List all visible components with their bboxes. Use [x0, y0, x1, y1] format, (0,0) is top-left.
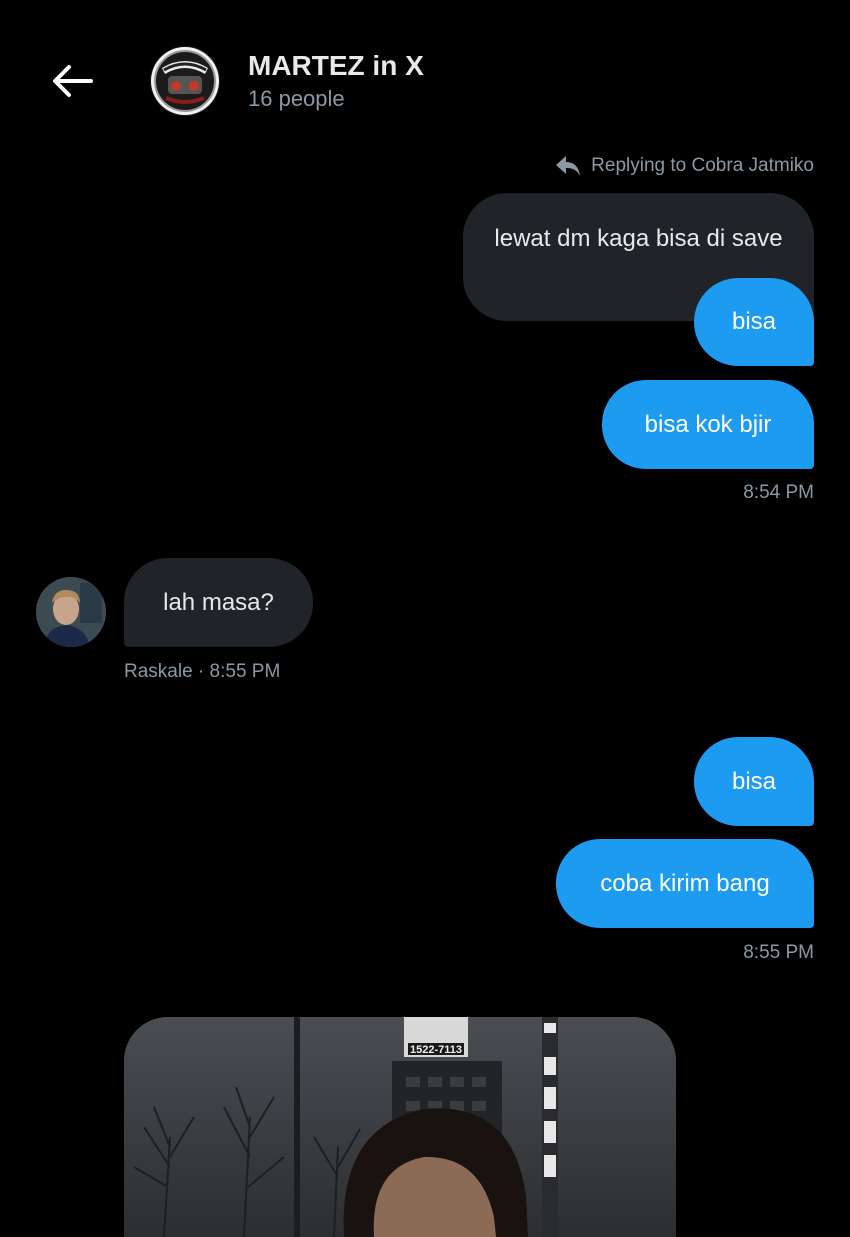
message-timestamp: 8:55 PM — [743, 942, 814, 963]
sender-avatar[interactable] — [36, 577, 106, 647]
message-bubble-sent[interactable]: coba kirim bang — [556, 839, 814, 928]
sender-name-timestamp: Raskale · 8:55 PM — [124, 661, 281, 682]
message-bubble-received[interactable]: lah masa? — [124, 558, 313, 647]
photo-sign-text: 1522-7113 — [410, 1044, 462, 1056]
reply-arrow-icon — [556, 156, 581, 176]
message-text: coba kirim bang — [600, 869, 770, 897]
reply-context[interactable]: Replying to Cobra Jatmiko — [555, 154, 814, 178]
group-avatar[interactable] — [150, 46, 220, 116]
message-timestamp: 8:54 PM — [743, 482, 814, 503]
back-button[interactable] — [44, 56, 100, 106]
reply-context-text: Replying to Cobra Jatmiko — [591, 155, 814, 176]
message-bubble-sent[interactable]: bisa — [694, 278, 814, 366]
conversation-title[interactable]: MARTEZ in X — [248, 50, 424, 82]
message-bubble-sent[interactable]: bisa kok bjir — [602, 380, 814, 469]
user-photo-icon — [36, 577, 106, 647]
participant-count[interactable]: 16 people — [248, 86, 345, 112]
message-text: lah masa? — [163, 588, 274, 616]
message-text: bisa kok bjir — [644, 410, 772, 438]
message-text: lewat dm kaga bisa di save — [494, 225, 783, 252]
arrow-left-icon — [53, 65, 93, 97]
message-bubble-sent[interactable]: bisa — [694, 737, 814, 826]
message-text: bisa — [731, 308, 777, 335]
message-text: bisa — [731, 767, 777, 795]
group-logo-icon — [151, 47, 219, 115]
photo-attachment[interactable]: 1522-7113 — [124, 1017, 676, 1237]
photo-image — [124, 1017, 676, 1237]
